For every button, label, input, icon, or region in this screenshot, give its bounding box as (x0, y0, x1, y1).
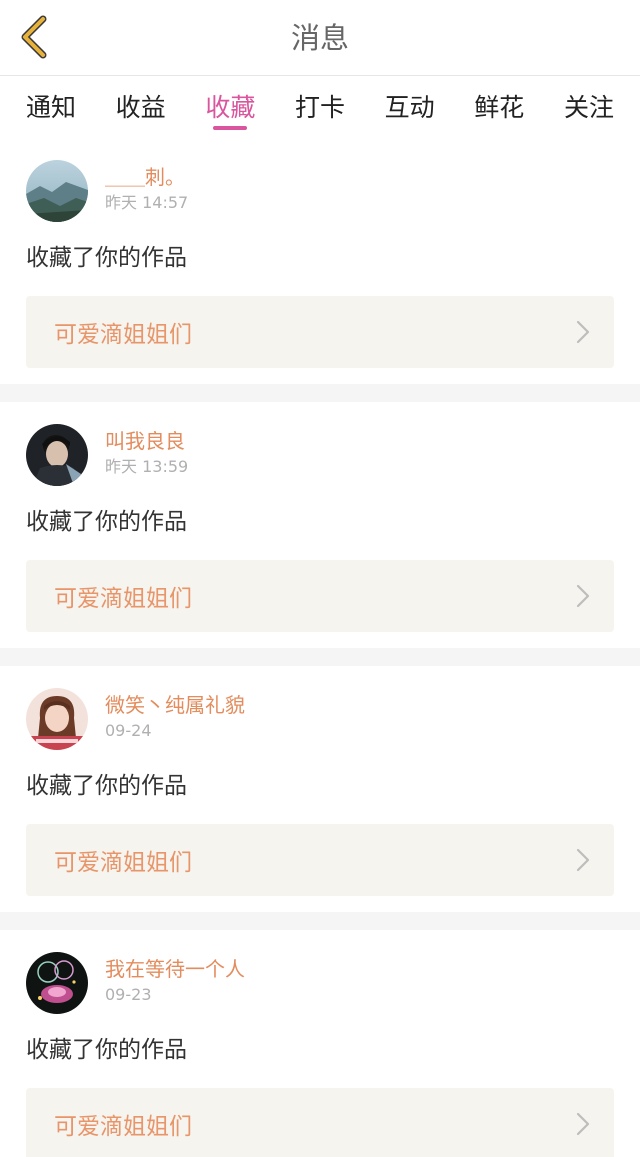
work-title: 可爱滴姐姐们 (54, 1114, 192, 1140)
avatar-image (26, 688, 88, 750)
tab-earnings[interactable]: 收益 (116, 76, 166, 138)
tab-interactions[interactable]: 互动 (385, 76, 435, 138)
action-text: 收藏了你的作品 (26, 1037, 187, 1063)
work-title: 可爱滴姐姐们 (54, 850, 192, 876)
avatar[interactable] (26, 688, 88, 750)
tab-following[interactable]: 关注 (564, 76, 614, 138)
chevron-right-icon (576, 584, 590, 608)
tab-flowers[interactable]: 鲜花 (474, 76, 524, 138)
user-name[interactable]: ＿＿刺。 (105, 164, 188, 190)
work-link[interactable]: 可爱滴姐姐们 (26, 560, 614, 632)
divider (0, 384, 640, 402)
timestamp: 09-24 (105, 721, 152, 740)
timestamp: 昨天 13:59 (105, 457, 189, 476)
tab-favorites[interactable]: 收藏 (205, 76, 255, 138)
user-name[interactable]: 我在等待一个人 (105, 956, 245, 982)
list-item: 我在等待一个人 09-23 收藏了你的作品 可爱滴姐姐们 (0, 930, 640, 1157)
avatar-image (26, 424, 88, 486)
timestamp: 昨天 14:57 (105, 193, 189, 212)
list-item: ＿＿刺。 昨天 14:57 收藏了你的作品 可爱滴姐姐们 (0, 138, 640, 384)
avatar-image (26, 952, 88, 1014)
avatar[interactable] (26, 952, 88, 1014)
chevron-right-icon (576, 320, 590, 344)
chevron-right-icon (576, 848, 590, 872)
page-title: 消息 (290, 21, 349, 55)
chevron-right-icon (576, 1112, 590, 1136)
divider (0, 648, 640, 666)
work-title: 可爱滴姐姐们 (54, 322, 192, 348)
work-link[interactable]: 可爱滴姐姐们 (26, 296, 614, 368)
tab-bar: 通知 收益 收藏 打卡 互动 鲜花 关注 (0, 76, 640, 138)
avatar[interactable] (26, 160, 88, 222)
timestamp: 09-23 (105, 985, 152, 1004)
avatar-image (26, 160, 88, 222)
tab-checkin[interactable]: 打卡 (295, 76, 345, 138)
work-link[interactable]: 可爱滴姐姐们 (26, 824, 614, 896)
list-item: 微笑丶纯属礼貌 09-24 收藏了你的作品 可爱滴姐姐们 (0, 666, 640, 912)
action-text: 收藏了你的作品 (26, 509, 187, 535)
work-title: 可爱滴姐姐们 (54, 586, 192, 612)
user-name[interactable]: 叫我良良 (105, 428, 188, 454)
action-text: 收藏了你的作品 (26, 245, 187, 271)
divider (0, 912, 640, 930)
work-link[interactable]: 可爱滴姐姐们 (26, 1088, 614, 1157)
header: 消息 (0, 0, 640, 76)
messages-page: 消息 通知 收益 收藏 打卡 互动 鲜花 关注 ＿＿刺。 昨天 14:57 收藏… (0, 0, 640, 1157)
list-item: 叫我良良 昨天 13:59 收藏了你的作品 可爱滴姐姐们 (0, 402, 640, 648)
avatar[interactable] (26, 424, 88, 486)
tab-notifications[interactable]: 通知 (26, 76, 76, 138)
user-name[interactable]: 微笑丶纯属礼貌 (105, 692, 245, 718)
action-text: 收藏了你的作品 (26, 773, 187, 799)
